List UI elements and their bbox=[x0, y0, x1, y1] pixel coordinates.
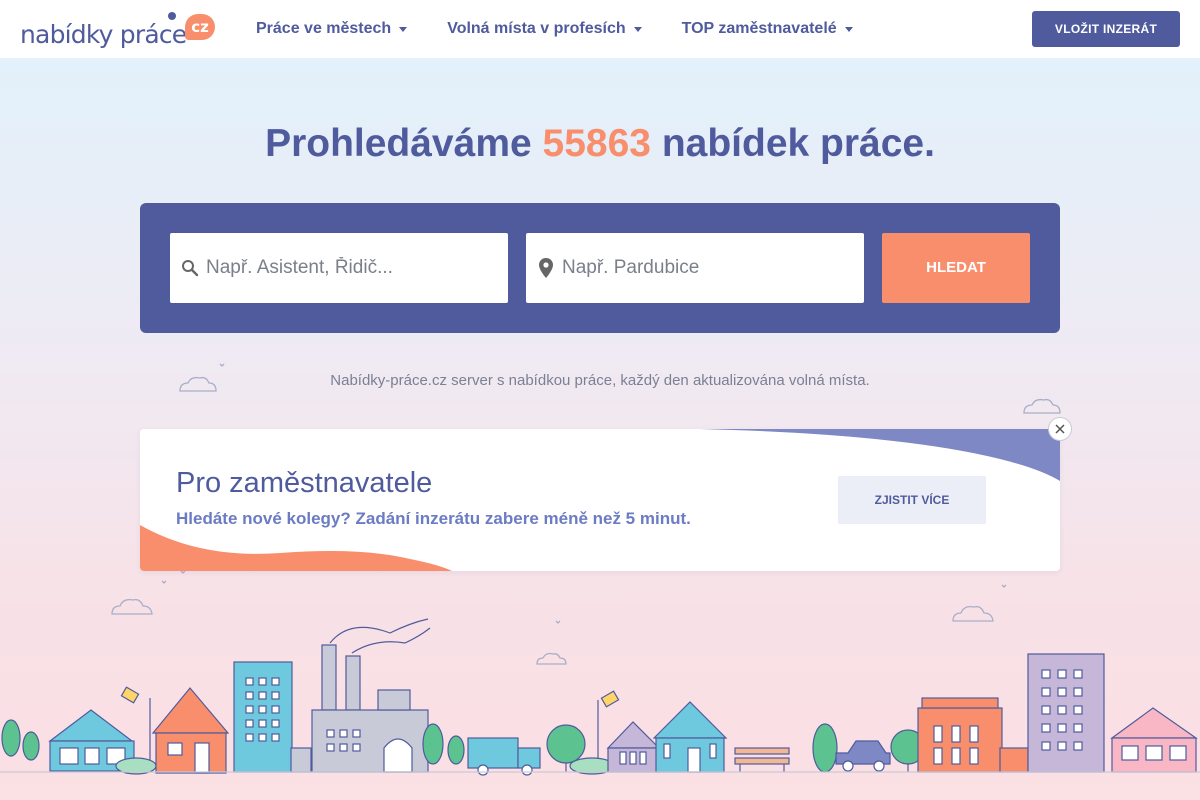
nav-item-label: TOP zaměstnavatelé bbox=[681, 20, 837, 37]
employer-promo-card: Pro zaměstnavatele Hledáte nové kolegy? … bbox=[140, 429, 1060, 571]
post-ad-button[interactable]: VLOŽIT INZERÁT bbox=[1032, 11, 1180, 47]
nav-item-label: Práce ve městech bbox=[256, 20, 392, 37]
city-illustration bbox=[0, 618, 1200, 776]
caret-down-icon bbox=[399, 26, 408, 32]
promo-subtitle: Hledáte nové kolegy? Zadání inzerátu zab… bbox=[176, 509, 691, 528]
nav-item-top-employers[interactable]: TOP zaměstnavatelé bbox=[682, 20, 853, 38]
logo[interactable]: nabídky práce cz bbox=[20, 8, 220, 52]
caret-down-icon bbox=[633, 26, 642, 32]
logo-dot-icon bbox=[168, 12, 176, 20]
nav-item-label: Volná místa v profesích bbox=[447, 20, 626, 37]
logo-text: nabídky práce bbox=[20, 20, 187, 49]
logo-badge: cz bbox=[185, 14, 215, 40]
learn-more-button[interactable]: ZJISTIT VÍCE bbox=[838, 476, 986, 524]
caret-down-icon bbox=[844, 26, 853, 32]
nav-item-cities[interactable]: Práce ve městech bbox=[256, 20, 408, 38]
promo-title: Pro zaměstnavatele bbox=[176, 467, 433, 499]
close-icon[interactable] bbox=[1048, 417, 1072, 441]
nav-item-professions[interactable]: Volná místa v profesích bbox=[447, 20, 642, 38]
hero-section: Prohledáváme 55863 nabídek práce. HLEDAT… bbox=[0, 58, 1200, 800]
main-nav: Práce ve městech Volná místa v profesích… bbox=[256, 0, 893, 58]
site-header: nabídky práce cz Práce ve městech Volná … bbox=[0, 0, 1200, 58]
